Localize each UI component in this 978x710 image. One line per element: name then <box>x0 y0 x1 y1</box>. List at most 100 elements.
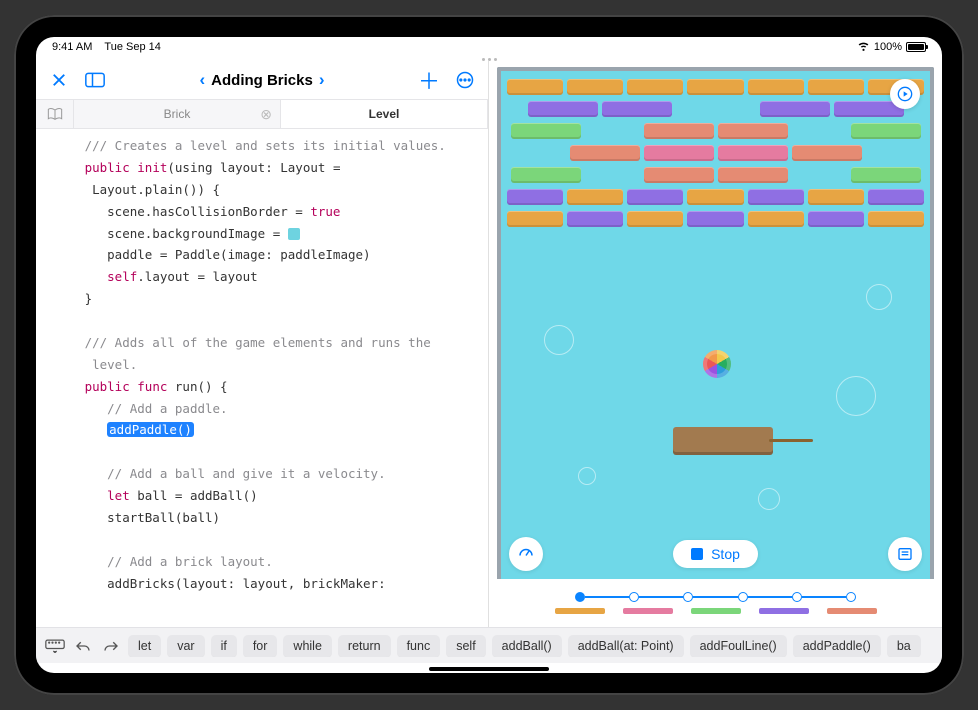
code-token: } <box>85 291 93 306</box>
bubble-decoration <box>544 325 574 355</box>
run-button[interactable] <box>890 79 920 109</box>
undo-button[interactable] <box>72 635 94 657</box>
nav-forward-button[interactable]: › <box>319 70 325 90</box>
code-token: init <box>137 160 167 175</box>
suggestion-while[interactable]: while <box>283 635 332 657</box>
suggestion-let[interactable]: let <box>128 635 161 657</box>
brick <box>528 101 598 117</box>
brick <box>760 101 830 117</box>
brick <box>687 79 743 95</box>
guide-button[interactable] <box>36 100 74 128</box>
palette-chip <box>827 608 877 614</box>
step-timeline[interactable] <box>497 579 934 627</box>
speed-button[interactable] <box>509 537 543 571</box>
brick <box>511 123 581 139</box>
brick-row <box>507 167 924 183</box>
suggestion-return[interactable]: return <box>338 635 391 657</box>
brick-row <box>507 211 924 227</box>
brick <box>602 101 672 117</box>
suggestion-for[interactable]: for <box>243 635 278 657</box>
code-editor[interactable]: /// Creates a level and sets its initial… <box>36 129 488 627</box>
bubble-decoration <box>578 467 596 485</box>
code-token: /// Creates a level and sets its initial… <box>85 138 446 153</box>
add-button[interactable]: ＋ <box>418 69 440 91</box>
brick <box>718 123 788 139</box>
timeline-track[interactable] <box>575 592 856 602</box>
redo-button[interactable] <box>100 635 122 657</box>
home-indicator-wrap <box>36 663 942 673</box>
split-view: ‹ Adding Bricks › ＋ Brick ⊗ <box>36 61 942 627</box>
suggestion-self[interactable]: self <box>446 635 485 657</box>
keyboard-dismiss-button[interactable] <box>44 635 66 657</box>
toolbar: ‹ Adding Bricks › ＋ <box>36 61 488 99</box>
home-indicator[interactable] <box>429 667 549 671</box>
sidebar-toggle-button[interactable] <box>84 69 106 91</box>
brick <box>570 145 640 161</box>
code-token: func <box>137 379 167 394</box>
close-button[interactable] <box>48 69 70 91</box>
brick <box>851 167 921 183</box>
game-canvas[interactable]: Stop <box>497 67 934 579</box>
suggestion-func[interactable]: func <box>397 635 441 657</box>
brick <box>627 189 683 205</box>
brick <box>687 189 743 205</box>
brick <box>808 211 864 227</box>
suggestion-ba[interactable]: ba <box>887 635 921 657</box>
more-button[interactable] <box>454 69 476 91</box>
code-token: addBricks(layout: layout, brickMaker: <box>107 576 393 591</box>
brick <box>748 189 804 205</box>
code-token: // Add a paddle. <box>107 401 227 416</box>
brick <box>808 79 864 95</box>
suggestion-addball[interactable]: addBall() <box>492 635 562 657</box>
tab-brick[interactable]: Brick ⊗ <box>74 100 281 128</box>
tab-close-icon[interactable]: ⊗ <box>260 106 272 123</box>
brick <box>644 145 714 161</box>
brick <box>567 211 623 227</box>
code-token: // Add a brick layout. <box>107 554 273 569</box>
palette-chip <box>555 608 605 614</box>
device-frame: 9:41 AM Tue Sep 14 100% <box>14 15 964 695</box>
stop-label: Stop <box>711 546 740 562</box>
suggestion-addpaddle[interactable]: addPaddle() <box>793 635 881 657</box>
code-token: Layout.plain()) { <box>85 182 220 197</box>
game-controls: Stop <box>509 537 922 571</box>
brick <box>748 79 804 95</box>
suggestion-addballatpoint[interactable]: addBall(at: Point) <box>568 635 684 657</box>
code-token: scene.backgroundImage = <box>107 226 288 241</box>
bubble-decoration <box>758 488 780 510</box>
status-right: 100% <box>857 39 926 55</box>
brick <box>507 189 563 205</box>
code-token: // Add a ball and give it a velocity. <box>107 466 385 481</box>
brick-row <box>507 123 924 139</box>
file-tabs: Brick ⊗ Level <box>36 99 488 129</box>
screen: 9:41 AM Tue Sep 14 100% <box>36 37 942 673</box>
suggestion-var[interactable]: var <box>167 635 204 657</box>
brick-row <box>507 79 924 95</box>
brick <box>507 79 563 95</box>
color-literal-swatch[interactable] <box>288 228 300 240</box>
brick <box>718 167 788 183</box>
status-time: 9:41 AM <box>52 41 92 53</box>
tab-label: Brick <box>164 107 191 121</box>
brick <box>718 145 788 161</box>
battery-icon <box>906 42 926 52</box>
brick <box>627 211 683 227</box>
inspector-button[interactable] <box>888 537 922 571</box>
tab-level[interactable]: Level <box>281 100 488 128</box>
palette-chip <box>691 608 741 614</box>
bubble-decoration <box>866 284 892 310</box>
brick <box>644 123 714 139</box>
suggestion-addfoulline[interactable]: addFoulLine() <box>690 635 787 657</box>
palette-chip <box>623 608 673 614</box>
stop-button[interactable]: Stop <box>673 540 758 568</box>
nav-back-button[interactable]: ‹ <box>199 70 205 90</box>
preview-pane: Stop <box>489 61 942 627</box>
code-suggestion-bar: letvarifforwhile return funcself addBall() a… <box>36 627 942 663</box>
code-pane: ‹ Adding Bricks › ＋ Brick ⊗ <box>36 61 489 627</box>
suggestion-if[interactable]: if <box>211 635 237 657</box>
code-token: ball = addBall() <box>130 488 258 503</box>
code-token: .layout = layout <box>137 269 257 284</box>
brick <box>792 145 862 161</box>
battery-text: 100% <box>874 41 902 53</box>
code-token: addPaddle() <box>107 422 194 437</box>
